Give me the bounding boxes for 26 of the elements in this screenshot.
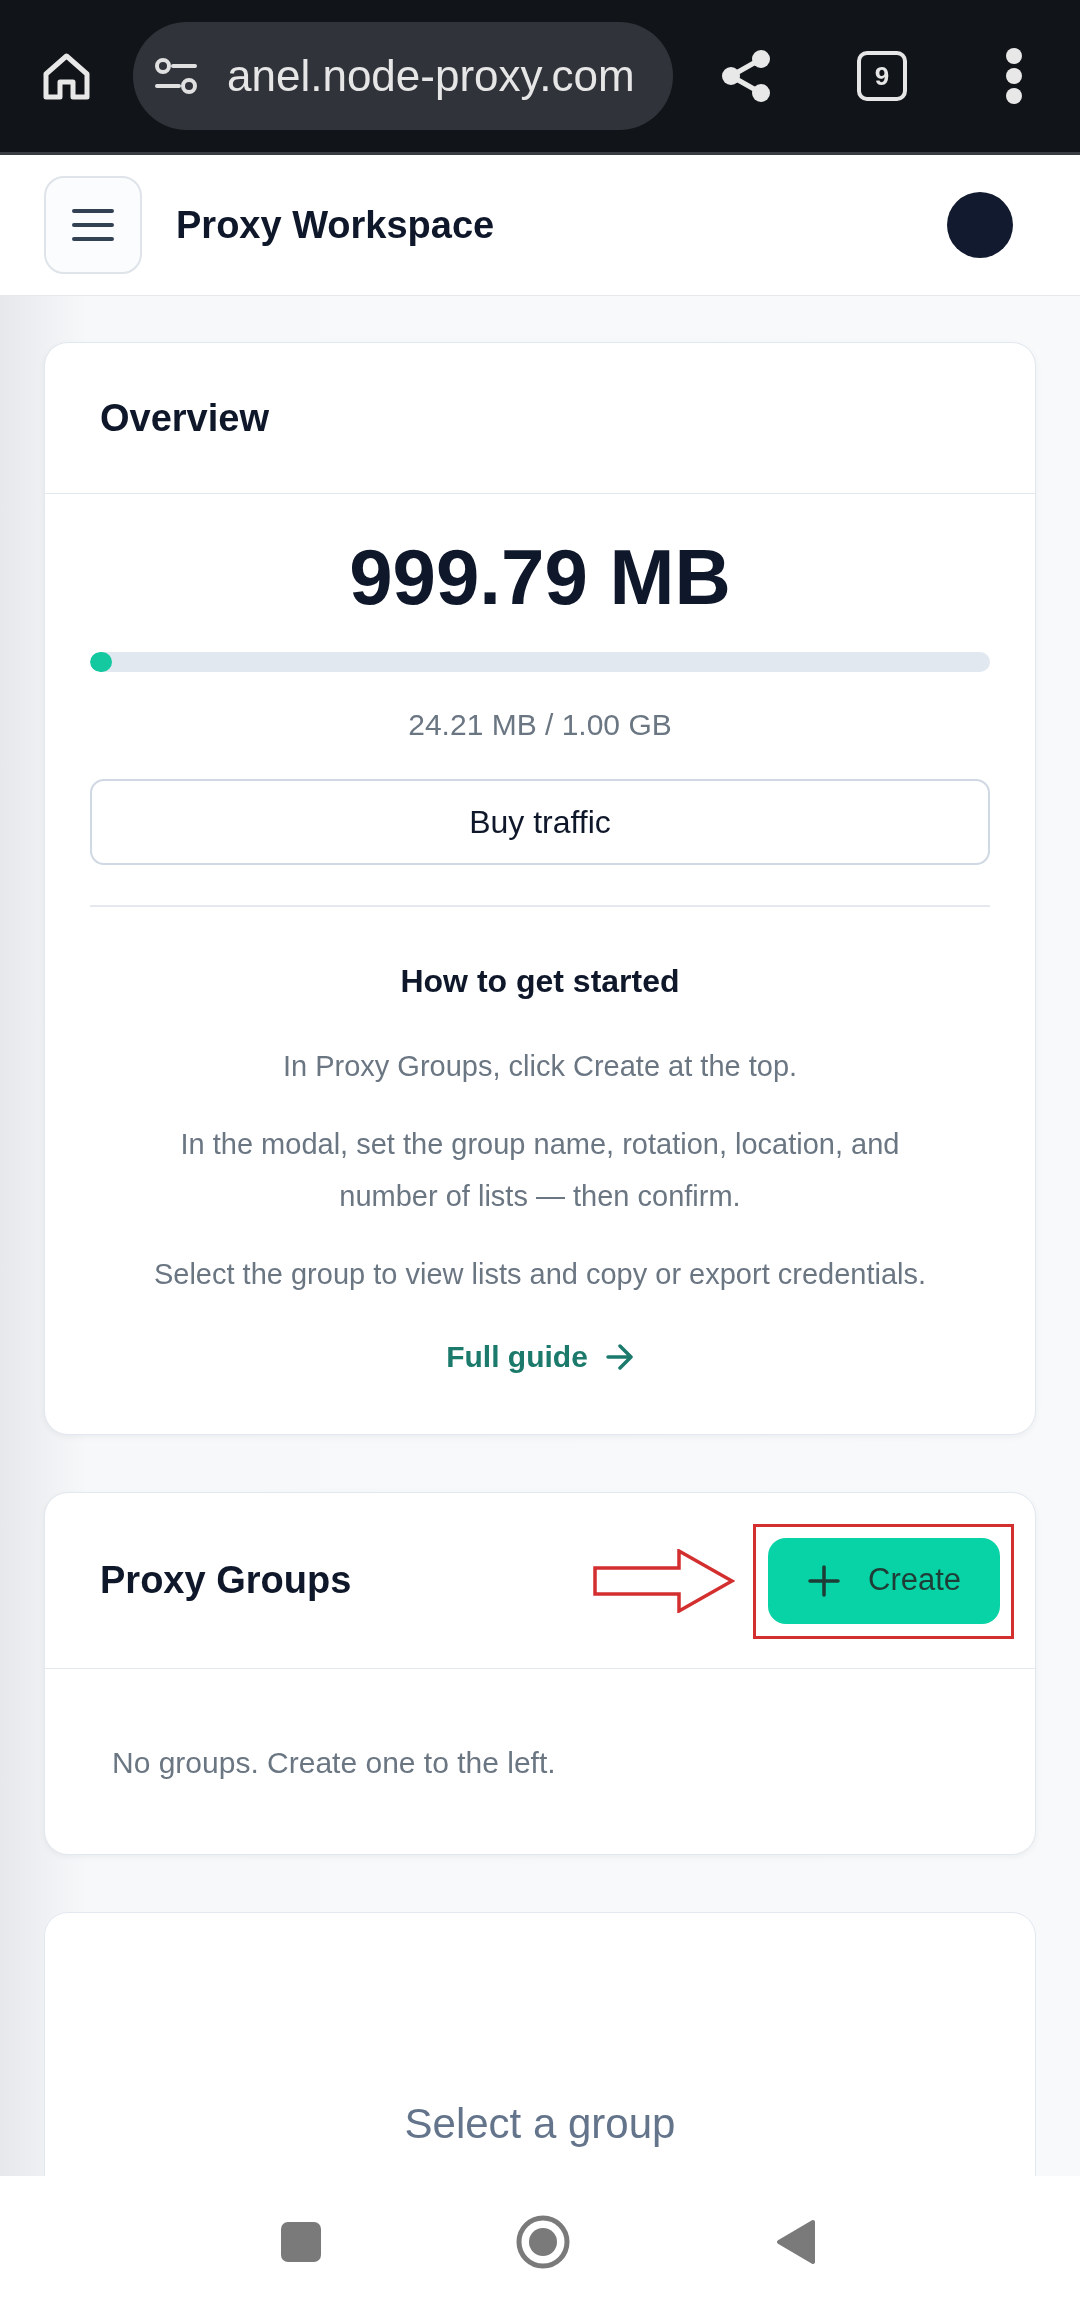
traffic-balance: 999.79 MB [348, 532, 732, 622]
card-title: Overview [100, 395, 269, 441]
tab-switcher-button[interactable]: 9 [857, 51, 907, 101]
full-guide-link[interactable]: Full guide [446, 1335, 634, 1379]
section-heading: How to get started [399, 962, 681, 1001]
card-title: Proxy Groups [100, 1558, 352, 1603]
menu-button[interactable] [44, 176, 142, 274]
share-icon[interactable] [721, 49, 771, 103]
arrow-right-icon [605, 1344, 634, 1370]
more-menu-icon[interactable] [1005, 47, 1023, 105]
empty-state-text: Select a group [404, 2099, 676, 2149]
plus-icon [808, 1564, 840, 1597]
instruction-text: Select the group to view lists and copy or export credentials. [153, 1257, 927, 1292]
app-title: Proxy Workspace [176, 202, 495, 248]
instruction-text: In Proxy Groups, click Create at the top. [282, 1049, 798, 1084]
create-button[interactable]: Create [768, 1537, 1000, 1624]
recents-icon[interactable] [281, 2221, 321, 2262]
address-bar[interactable]: anel.node-proxy.com [133, 22, 673, 130]
pointer-arrow-icon [593, 1548, 735, 1613]
instruction-text: In the modal, set the group name, rotation, location, and number of lists — then confirm. [179, 1127, 901, 1214]
sliders-icon[interactable] [155, 58, 197, 94]
empty-state-text: No groups. Create one to the left. [112, 1745, 557, 1781]
usage-text: 24.21 MB / 1.00 GB [407, 707, 673, 743]
back-icon[interactable] [776, 2218, 816, 2265]
buy-traffic-button[interactable]: Buy traffic [90, 779, 990, 865]
menu-icon [72, 208, 114, 242]
